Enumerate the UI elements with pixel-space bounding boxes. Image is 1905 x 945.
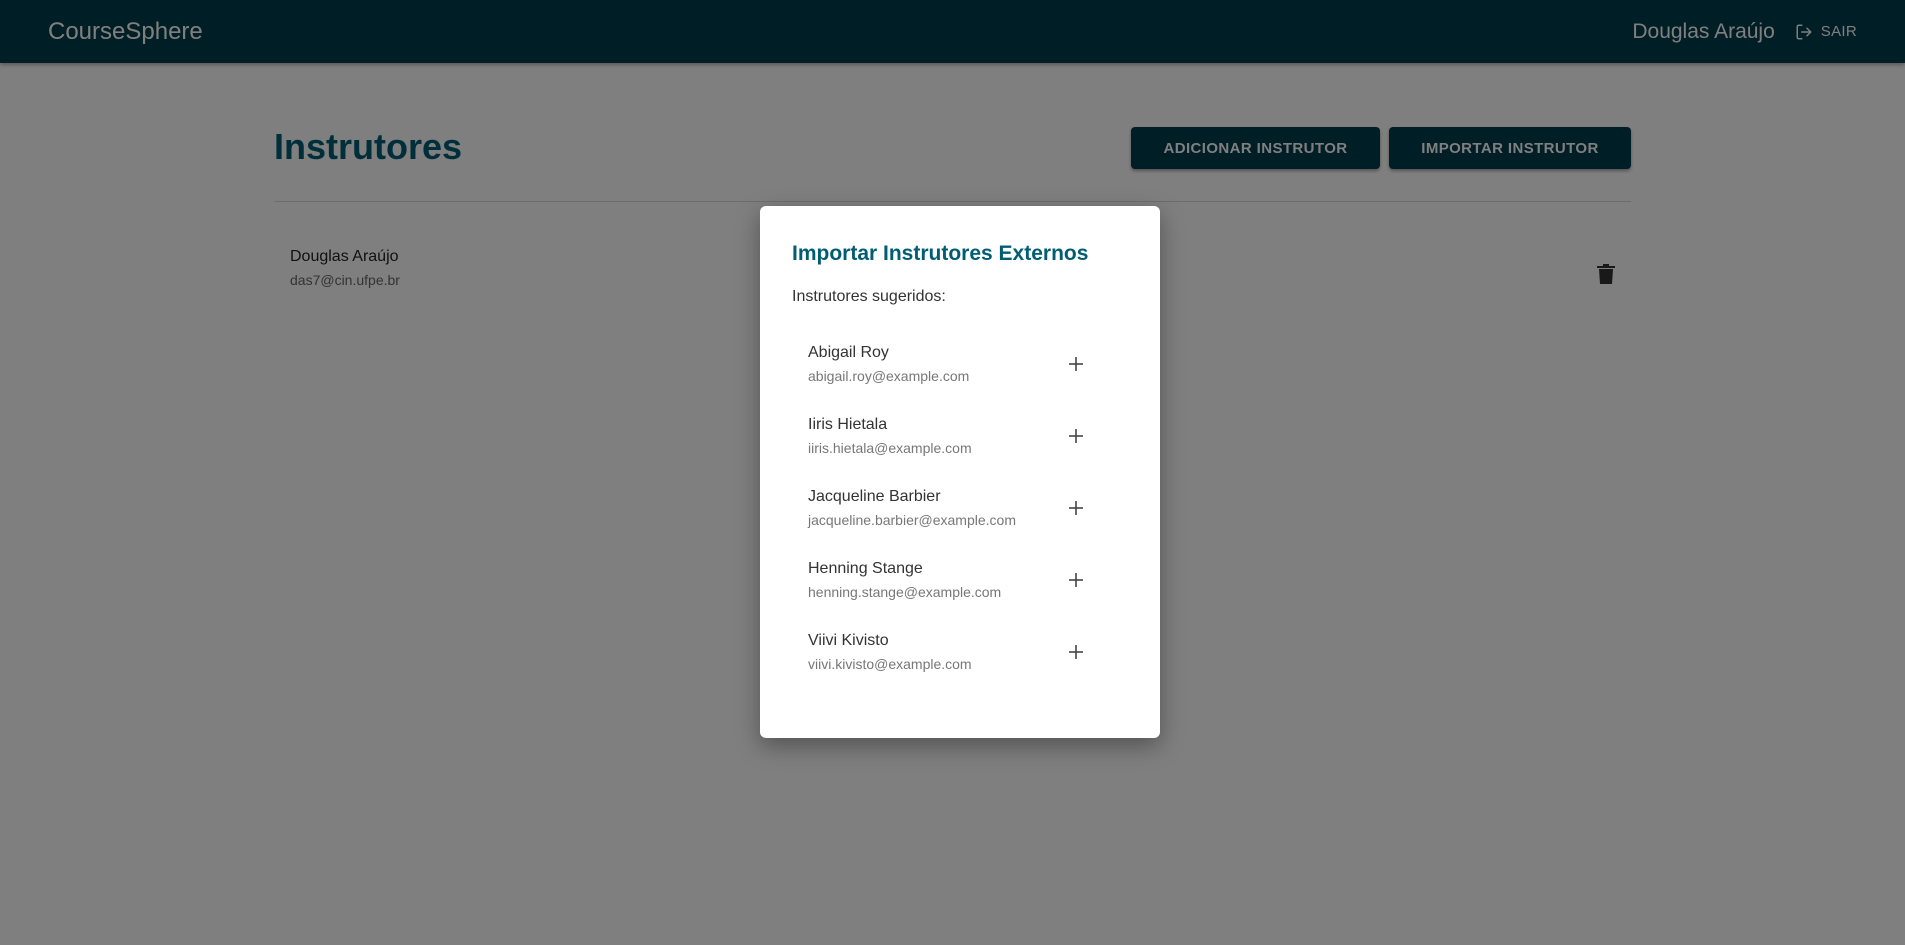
suggested-instructors-list: Abigail Roy abigail.roy@example.com Iiri… [792, 344, 1128, 704]
suggested-instructor-email: iiris.hietala@example.com [808, 440, 972, 456]
suggested-instructor-name: Abigail Roy [808, 344, 889, 361]
suggested-instructor-name: Viivi Kivisto [808, 632, 889, 649]
plus-icon[interactable] [1064, 424, 1088, 448]
dialog-subtitle: Instrutores sugeridos: [792, 288, 946, 305]
dialog-title: Importar Instrutores Externos [792, 242, 1089, 265]
suggested-instructor-item: Viivi Kivisto viivi.kivisto@example.com [792, 632, 1128, 704]
suggested-instructor-item: Henning Stange henning.stange@example.co… [792, 560, 1128, 632]
suggested-instructor-email: abigail.roy@example.com [808, 368, 970, 384]
suggested-instructor-email: henning.stange@example.com [808, 584, 1002, 600]
suggested-instructor-email: viivi.kivisto@example.com [808, 656, 972, 672]
plus-icon[interactable] [1064, 352, 1088, 376]
suggested-instructor-name: Jacqueline Barbier [808, 488, 941, 505]
page: CourseSphere Douglas Araújo SAIR Instrut… [0, 0, 1905, 945]
plus-icon[interactable] [1064, 568, 1088, 592]
suggested-instructor-email: jacqueline.barbier@example.com [808, 512, 1016, 528]
suggested-instructor-name: Henning Stange [808, 560, 923, 577]
plus-icon[interactable] [1064, 496, 1088, 520]
suggested-instructor-item: Jacqueline Barbier jacqueline.barbier@ex… [792, 488, 1128, 560]
import-instructors-dialog: Importar Instrutores Externos Instrutore… [760, 206, 1160, 738]
plus-icon[interactable] [1064, 640, 1088, 664]
suggested-instructor-item: Abigail Roy abigail.roy@example.com [792, 344, 1128, 416]
suggested-instructor-item: Iiris Hietala iiris.hietala@example.com [792, 416, 1128, 488]
suggested-instructor-name: Iiris Hietala [808, 416, 888, 433]
